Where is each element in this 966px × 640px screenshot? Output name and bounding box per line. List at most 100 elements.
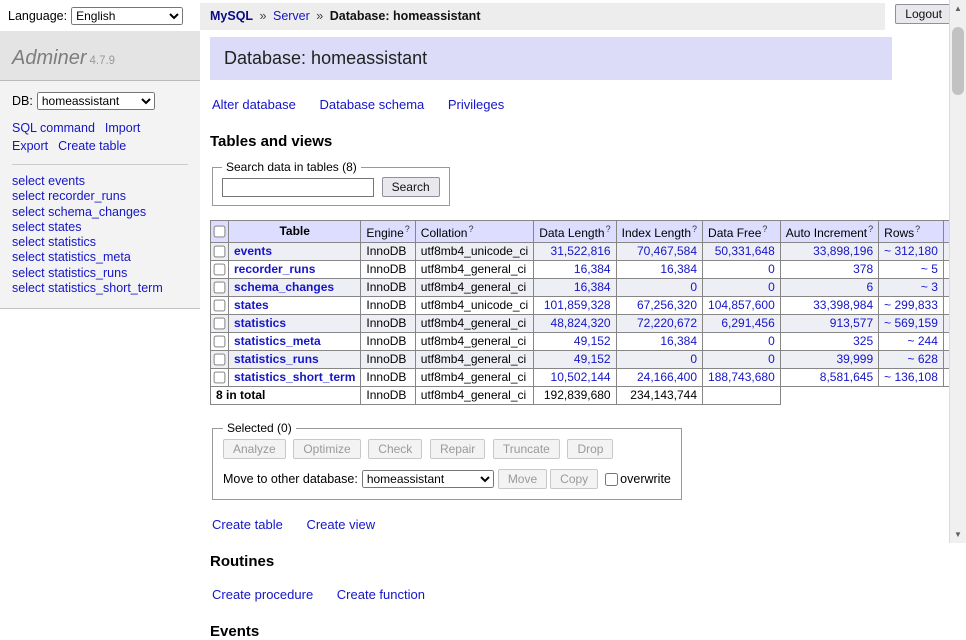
sidebar-select-link[interactable]: select states — [12, 220, 188, 235]
data-length-link[interactable]: 31,522,816 — [551, 244, 611, 258]
sidebar-select-link[interactable]: select statistics_meta — [12, 250, 188, 265]
index-length-link[interactable]: 16,384 — [660, 262, 697, 276]
create-table-link[interactable]: Create table — [212, 517, 283, 532]
create-table-sidebar-link[interactable]: Create table — [58, 139, 126, 153]
data-length-link[interactable]: 10,502,144 — [551, 370, 611, 384]
privileges-link[interactable]: Privileges — [448, 97, 504, 112]
database-schema-link[interactable]: Database schema — [319, 97, 424, 112]
data-free-link[interactable]: 0 — [768, 334, 775, 348]
language-select[interactable]: English — [71, 7, 183, 25]
data-length-link[interactable]: 49,152 — [574, 352, 611, 366]
truncate-button[interactable]: Truncate — [493, 439, 560, 459]
table-name-link[interactable]: events — [234, 244, 272, 258]
repair-button[interactable]: Repair — [430, 439, 485, 459]
export-link[interactable]: Export — [12, 139, 48, 153]
create-procedure-link[interactable]: Create procedure — [212, 587, 313, 602]
auto-increment-link[interactable]: 8,581,645 — [820, 370, 873, 384]
search-button[interactable]: Search — [382, 177, 440, 197]
auto-increment-link[interactable]: 39,999 — [836, 352, 873, 366]
scroll-up-icon[interactable]: ▲ — [950, 0, 966, 17]
auto-increment-link[interactable]: 913,577 — [830, 316, 873, 330]
sql-command-link[interactable]: SQL command — [12, 121, 95, 135]
table-name-link[interactable]: recorder_runs — [234, 262, 315, 276]
data-free-link[interactable]: 0 — [768, 262, 775, 276]
rows-link[interactable]: ~ 299,833 — [884, 298, 938, 312]
index-length-link[interactable]: 0 — [690, 352, 697, 366]
create-view-link[interactable]: Create view — [306, 517, 375, 532]
rows-link[interactable]: ~ 628 — [908, 352, 938, 366]
move-button[interactable]: Move — [498, 469, 547, 489]
table-name-link[interactable]: statistics_runs — [234, 352, 319, 366]
row-checkbox[interactable] — [214, 336, 226, 348]
data-free-link[interactable]: 0 — [768, 280, 775, 294]
drop-button[interactable]: Drop — [567, 439, 613, 459]
index-length-link[interactable]: 0 — [690, 280, 697, 294]
row-checkbox[interactable] — [214, 300, 226, 312]
row-checkbox[interactable] — [214, 282, 226, 294]
select-all-checkbox[interactable] — [214, 226, 226, 238]
table-name-link[interactable]: schema_changes — [234, 280, 334, 294]
move-db-select[interactable]: homeassistant — [362, 470, 494, 488]
overwrite-checkbox[interactable] — [605, 473, 618, 486]
db-select[interactable]: homeassistant — [37, 92, 155, 110]
data-free-link[interactable]: 50,331,648 — [715, 244, 775, 258]
table-name-cell: statistics_meta — [229, 333, 361, 351]
data-length-link[interactable]: 16,384 — [574, 262, 611, 276]
data-length-link[interactable]: 48,824,320 — [551, 316, 611, 330]
table-name-link[interactable]: statistics — [234, 316, 286, 330]
auto-increment-link[interactable]: 33,398,984 — [813, 298, 873, 312]
copy-button[interactable]: Copy — [550, 469, 598, 489]
collation-cell: utf8mb4_general_ci — [415, 369, 533, 387]
auto-increment-link[interactable]: 33,898,196 — [813, 244, 873, 258]
rows-link[interactable]: ~ 136,108 — [884, 370, 938, 384]
index-length-link[interactable]: 16,384 — [660, 334, 697, 348]
table-name-cell: schema_changes — [229, 279, 361, 297]
sidebar-select-link[interactable]: select statistics_runs — [12, 266, 188, 281]
row-checkbox[interactable] — [214, 264, 226, 276]
breadcrumb-server-link[interactable]: Server — [273, 9, 310, 23]
sidebar-select-link[interactable]: select events — [12, 174, 188, 189]
scrollbar-thumb[interactable] — [952, 27, 964, 95]
sidebar-select-link[interactable]: select schema_changes — [12, 205, 188, 220]
row-checkbox[interactable] — [214, 372, 226, 384]
index-length-link[interactable]: 70,467,584 — [637, 244, 697, 258]
index-length-link[interactable]: 24,166,400 — [637, 370, 697, 384]
table-name-link[interactable]: states — [234, 298, 269, 312]
rows-link[interactable]: ~ 312,180 — [884, 244, 938, 258]
rows-link[interactable]: ~ 3 — [921, 280, 938, 294]
sidebar-select-link[interactable]: select statistics_short_term — [12, 281, 188, 296]
index-length-link[interactable]: 67,256,320 — [637, 298, 697, 312]
auto-increment-link[interactable]: 325 — [853, 334, 873, 348]
table-name-link[interactable]: statistics_short_term — [234, 370, 355, 384]
search-input[interactable] — [222, 178, 374, 197]
data-free-link[interactable]: 0 — [768, 352, 775, 366]
row-checkbox[interactable] — [214, 354, 226, 366]
row-checkbox[interactable] — [214, 318, 226, 330]
optimize-button[interactable]: Optimize — [293, 439, 360, 459]
table-name-link[interactable]: statistics_meta — [234, 334, 321, 348]
analyze-button[interactable]: Analyze — [223, 439, 286, 459]
scroll-down-icon[interactable]: ▼ — [950, 526, 966, 543]
auto-increment-link[interactable]: 378 — [853, 262, 873, 276]
auto-increment-link[interactable]: 6 — [866, 280, 873, 294]
data-length-link[interactable]: 49,152 — [574, 334, 611, 348]
import-link[interactable]: Import — [105, 121, 140, 135]
rows-link[interactable]: ~ 5 — [921, 262, 938, 276]
sidebar-select-link[interactable]: select recorder_runs — [12, 189, 188, 204]
vertical-scrollbar[interactable]: ▲ ▼ — [949, 0, 966, 543]
data-free-link[interactable]: 188,743,680 — [708, 370, 775, 384]
data-length-link[interactable]: 16,384 — [574, 280, 611, 294]
check-button[interactable]: Check — [368, 439, 422, 459]
rows-link[interactable]: ~ 244 — [908, 334, 938, 348]
create-function-link[interactable]: Create function — [337, 587, 425, 602]
data-length-link[interactable]: 101,859,328 — [544, 298, 611, 312]
sidebar-select-link[interactable]: select statistics — [12, 235, 188, 250]
alter-database-link[interactable]: Alter database — [212, 97, 296, 112]
breadcrumb-mysql-link[interactable]: MySQL — [210, 9, 253, 23]
index-length-link[interactable]: 72,220,672 — [637, 316, 697, 330]
data-free-link[interactable]: 104,857,600 — [708, 298, 775, 312]
rows-link[interactable]: ~ 569,159 — [884, 316, 938, 330]
row-checkbox[interactable] — [214, 246, 226, 258]
data-free-link[interactable]: 6,291,456 — [721, 316, 774, 330]
logout-button[interactable]: Logout — [895, 4, 952, 24]
